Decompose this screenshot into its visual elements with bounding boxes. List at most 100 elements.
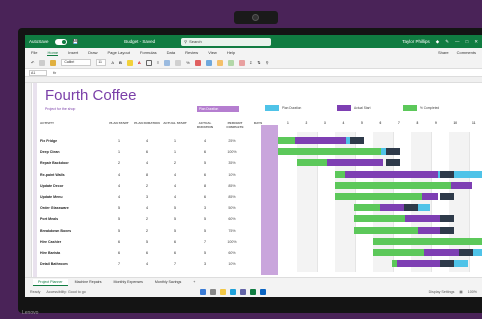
- cell-pct[interactable]: 60%: [222, 217, 242, 221]
- cell-ad[interactable]: 6: [192, 173, 218, 177]
- tab-project-planner[interactable]: Project Planner: [33, 278, 68, 286]
- cell-as[interactable]: 5: [162, 206, 188, 210]
- font-select[interactable]: Calibri: [61, 59, 92, 66]
- table-row[interactable]: Breakdown Boxes 5 2 5 5 75%: [40, 227, 260, 236]
- cell-pct[interactable]: 25%: [222, 139, 242, 143]
- undo-icon[interactable]: ↶: [31, 60, 34, 65]
- cell-as[interactable]: 6: [162, 251, 188, 255]
- table-format-icon[interactable]: [205, 59, 212, 66]
- cell-pct[interactable]: 50%: [222, 206, 242, 210]
- cell-ad[interactable]: 3: [192, 262, 218, 266]
- edge-icon[interactable]: [230, 288, 236, 295]
- name-box[interactable]: A1: [29, 69, 47, 76]
- cell-as[interactable]: 6: [162, 240, 188, 244]
- cell-pct[interactable]: 10%: [222, 173, 242, 177]
- user-name[interactable]: Taylor Phillips: [402, 39, 430, 44]
- minimize-icon[interactable]: —: [455, 39, 460, 44]
- menu-page-layout[interactable]: Page Layout: [107, 50, 129, 55]
- accessibility-status[interactable]: Accessibility: Good to go: [46, 290, 85, 294]
- font-color-icon[interactable]: A: [138, 60, 141, 65]
- add-sheet-button[interactable]: +: [188, 279, 200, 285]
- table-row[interactable]: Update Menu 4 3 4 6 85%: [40, 193, 260, 202]
- table-row[interactable]: Update Decor 4 2 4 8 85%: [40, 182, 260, 191]
- tab-machine-repairs[interactable]: Machine Repairs: [70, 279, 107, 285]
- cell-name[interactable]: Hire Cashier: [40, 240, 61, 244]
- cell-ps[interactable]: 4: [106, 184, 132, 188]
- cell-ps[interactable]: 7: [106, 262, 132, 266]
- cell-pd[interactable]: 8: [134, 173, 160, 177]
- font-size-select[interactable]: 11: [96, 59, 107, 66]
- display-settings-button[interactable]: Display Settings: [429, 290, 455, 294]
- table-row[interactable]: Re-paint Walls 4 8 4 6 10%: [40, 171, 260, 180]
- table-row[interactable]: Order Glassware 5 4 5 3 50%: [40, 204, 260, 213]
- cell-pd[interactable]: 2: [134, 217, 160, 221]
- menu-review[interactable]: Review: [185, 50, 198, 55]
- cell-ps[interactable]: 2: [106, 161, 132, 165]
- grow-font-icon[interactable]: A: [111, 60, 114, 65]
- cell-ad[interactable]: 3: [192, 206, 218, 210]
- cell-name[interactable]: Repair Backdoor: [40, 161, 69, 165]
- cell-ps[interactable]: 1: [106, 139, 132, 143]
- cell-name[interactable]: Port Meals: [40, 217, 58, 221]
- conditional-format-icon[interactable]: [194, 59, 201, 66]
- tab-monthly-expenses[interactable]: Monthly Expenses: [109, 279, 148, 285]
- cell-ps[interactable]: 1: [106, 150, 132, 154]
- cell-as[interactable]: 4: [162, 195, 188, 199]
- outlook-icon[interactable]: [260, 288, 266, 295]
- cell-as[interactable]: 5: [162, 229, 188, 233]
- share-button[interactable]: Share: [438, 50, 449, 55]
- cell-name[interactable]: Order Glassware: [40, 206, 69, 210]
- wrap-icon[interactable]: [164, 59, 171, 66]
- menu-formulas[interactable]: Formulas: [140, 50, 157, 55]
- fill-color-icon[interactable]: [126, 59, 133, 66]
- table-row[interactable]: Port Meals 5 2 5 5 60%: [40, 215, 260, 224]
- menu-file[interactable]: File: [31, 50, 37, 55]
- excel-icon[interactable]: [250, 288, 256, 295]
- cell-as[interactable]: 1: [162, 150, 188, 154]
- menu-help[interactable]: Help: [227, 50, 235, 55]
- search-input[interactable]: ⚲ Search: [181, 37, 272, 46]
- sort-icon[interactable]: ⇅: [257, 60, 260, 65]
- cell-pd[interactable]: 4: [134, 139, 160, 143]
- cell-pd[interactable]: 6: [134, 251, 160, 255]
- cell-ad[interactable]: 5: [192, 217, 218, 221]
- cell-as[interactable]: 4: [162, 184, 188, 188]
- cell-pct[interactable]: 75%: [222, 229, 242, 233]
- align-icon[interactable]: ≡: [157, 60, 159, 65]
- find-icon[interactable]: ⚲: [266, 60, 269, 65]
- cell-pd[interactable]: 4: [134, 161, 160, 165]
- cell-pct[interactable]: 85%: [222, 195, 242, 199]
- cell-ad[interactable]: 4: [192, 139, 218, 143]
- fx-icon[interactable]: fx: [53, 70, 56, 75]
- cell-pd[interactable]: 4: [134, 206, 160, 210]
- table-row[interactable]: Repair Backdoor 2 4 2 5 35%: [40, 159, 260, 168]
- menu-view[interactable]: View: [208, 50, 217, 55]
- table-row[interactable]: Detail Bathroom 7 4 7 3 10%: [40, 260, 260, 269]
- worksheet[interactable]: Fourth Coffee Project for the shop Plan …: [25, 77, 482, 277]
- bold-icon[interactable]: B: [119, 60, 122, 65]
- cell-ps[interactable]: 5: [106, 217, 132, 221]
- menu-draw[interactable]: Draw: [88, 50, 97, 55]
- borders-icon[interactable]: [145, 59, 152, 66]
- cell-name[interactable]: Fix Fridge: [40, 139, 57, 143]
- cell-name[interactable]: Breakdown Boxes: [40, 229, 71, 233]
- close-icon[interactable]: ✕: [474, 39, 478, 45]
- cell-pct[interactable]: 60%: [222, 251, 242, 255]
- cell-ps[interactable]: 5: [106, 206, 132, 210]
- menu-data[interactable]: Data: [167, 50, 175, 55]
- cell-pct[interactable]: 10%: [222, 262, 242, 266]
- cell-pd[interactable]: 6: [134, 150, 160, 154]
- windows-start-icon[interactable]: [200, 288, 206, 295]
- tab-monthly-savings[interactable]: Monthly Savings: [150, 279, 186, 285]
- cell-name[interactable]: Re-paint Walls: [40, 173, 65, 177]
- cell-ad[interactable]: 5: [192, 161, 218, 165]
- cell-as[interactable]: 4: [162, 173, 188, 177]
- cell-name[interactable]: Hire Barista: [40, 251, 60, 255]
- table-row[interactable]: Fix Fridge 1 4 1 4 25%: [40, 137, 260, 146]
- cell-ad[interactable]: 8: [192, 184, 218, 188]
- cell-ad[interactable]: 5: [192, 251, 218, 255]
- format-painter-icon[interactable]: [50, 59, 57, 66]
- maximize-icon[interactable]: □: [466, 39, 469, 44]
- table-row[interactable]: Hire Cashier 6 5 6 7 100%: [40, 238, 260, 247]
- cell-ps[interactable]: 6: [106, 251, 132, 255]
